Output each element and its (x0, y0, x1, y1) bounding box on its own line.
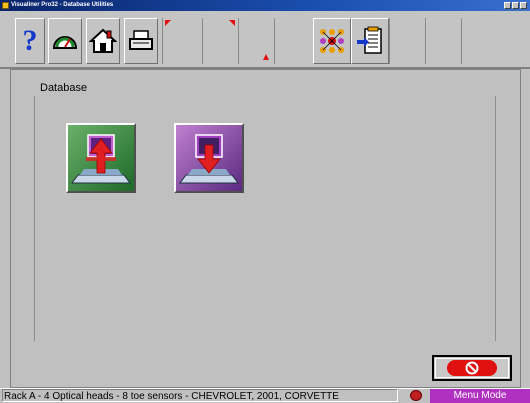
title-bar: Visualiner Pro32 - Database Utilities (0, 0, 530, 11)
toolbar: ? (0, 11, 530, 69)
cancel-pill (447, 360, 497, 376)
minimize-button[interactable] (504, 2, 511, 9)
notepad-icon (357, 26, 382, 54)
status-indicator-icon (410, 390, 422, 401)
home-icon (89, 28, 117, 53)
toolbar-slot-1[interactable] (162, 18, 202, 64)
help-button[interactable]: ? (15, 18, 45, 64)
close-button[interactable] (520, 2, 527, 9)
cancel-button[interactable] (432, 355, 512, 381)
toolbar-slot-5[interactable] (389, 18, 425, 64)
network-icon (320, 29, 344, 53)
window-controls (504, 2, 527, 9)
printer-icon (129, 30, 153, 50)
toolbar-slot-7[interactable] (461, 18, 497, 64)
empty-slot-icon (275, 18, 311, 62)
cancel-icon (465, 361, 479, 375)
toolbar-slot-6[interactable] (425, 18, 461, 64)
app-icon[interactable] (2, 2, 9, 9)
database-upload-button[interactable] (66, 123, 136, 193)
toolbar-slot-2[interactable] (202, 18, 238, 64)
mode-badge: Menu Mode (430, 389, 530, 403)
empty-slot-icon (165, 20, 171, 26)
database-download-icon (179, 134, 239, 184)
window-title: Visualiner Pro32 - Database Utilities (11, 2, 114, 8)
maximize-button[interactable] (512, 2, 519, 9)
status-text: Rack A - 4 Optical heads - 8 toe sensors… (2, 389, 398, 402)
gauge-icon (52, 36, 78, 49)
page-title: Database (40, 82, 88, 94)
home-button[interactable] (86, 18, 120, 64)
print-button[interactable] (124, 18, 158, 64)
gauge-button[interactable] (48, 18, 82, 64)
empty-slot-icon (263, 54, 269, 60)
database-upload-icon (71, 134, 131, 184)
toolbar-slot-4[interactable] (274, 18, 310, 64)
toolbar-slot-3[interactable] (238, 18, 274, 64)
empty-slot-icon (229, 20, 235, 26)
database-download-button[interactable] (174, 123, 244, 193)
notepad-button[interactable] (351, 18, 389, 64)
network-button[interactable] (313, 18, 351, 64)
help-icon: ? (22, 24, 38, 57)
status-bar: Rack A - 4 Optical heads - 8 toe sensors… (0, 388, 530, 403)
